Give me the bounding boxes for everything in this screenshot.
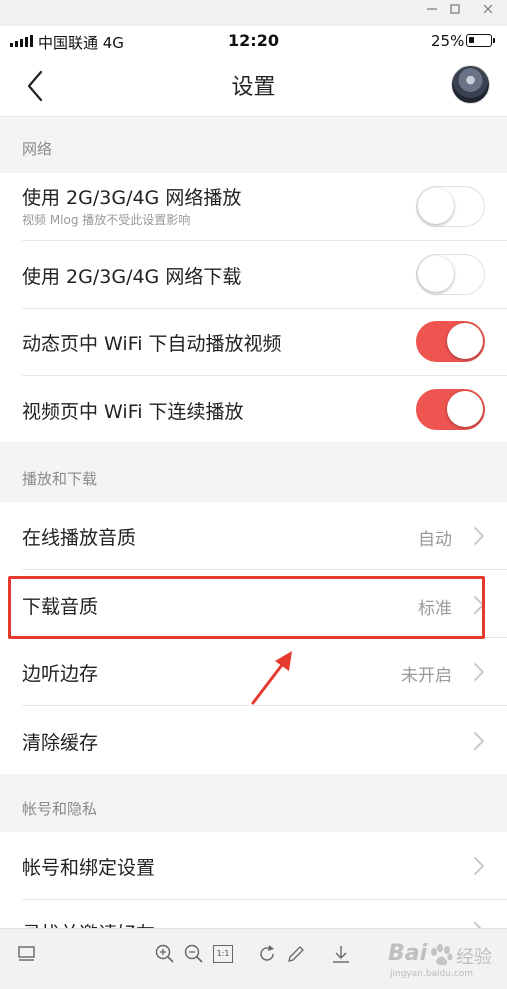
settings-row-account-binding[interactable]: 帐号和绑定设置	[0, 832, 507, 900]
chevron-right-icon	[470, 730, 488, 752]
zoom-out-icon[interactable]	[183, 943, 205, 965]
section-header-privacy: 帐号和隐私	[0, 774, 507, 832]
row-value: 自动	[418, 530, 452, 550]
battery-tip	[493, 38, 495, 43]
toggle-switch[interactable]	[416, 254, 485, 295]
highlight-box	[8, 576, 485, 639]
layout-icon[interactable]	[16, 943, 38, 965]
minimize-icon[interactable]	[420, 2, 444, 22]
maximize-icon[interactable]	[443, 2, 467, 22]
row-title: 清除缓存	[22, 732, 99, 754]
actual-size-label: 1:1	[213, 945, 233, 963]
chevron-right-icon	[470, 525, 488, 547]
page-title: 设置	[231, 75, 276, 100]
battery-level	[469, 37, 474, 43]
close-icon[interactable]	[476, 2, 500, 22]
watermark-sub: 经验	[456, 947, 492, 968]
row-title: 视频页中 WiFi 下连续播放	[22, 401, 244, 423]
toggle-switch[interactable]	[416, 186, 485, 227]
row-value: 未开启	[401, 666, 452, 686]
settings-row-online-quality[interactable]: 在线播放音质 自动	[0, 502, 507, 570]
status-bar: 中国联通 4G 12:20 25%	[0, 26, 507, 56]
battery-icon	[466, 34, 492, 47]
baidu-watermark: Bai 经验 jingyan.baidu.com	[380, 939, 505, 983]
settings-row-invite-friends[interactable]: 寻找并邀请好友	[0, 900, 507, 928]
watermark-brand: Bai	[388, 941, 428, 966]
watermark-url: jingyan.baidu.com	[390, 969, 474, 979]
toggle-knob	[418, 256, 454, 292]
edit-icon[interactable]	[285, 943, 307, 965]
settings-row-continuous-play[interactable]: 视频页中 WiFi 下连续播放	[0, 376, 507, 442]
actual-size-icon[interactable]: 1:1	[213, 943, 235, 965]
download-icon[interactable]	[330, 943, 352, 965]
row-subtitle: 视频 Mlog 播放不受此设置影响	[22, 213, 191, 227]
settings-row-download-mobile[interactable]: 使用 2G/3G/4G 网络下载	[0, 241, 507, 309]
settings-row-play-mobile[interactable]: 使用 2G/3G/4G 网络播放 视频 Mlog 播放不受此设置影响	[0, 173, 507, 241]
toggle-knob	[418, 188, 454, 224]
section-header-playback: 播放和下载	[0, 442, 507, 502]
row-title: 在线播放音质	[22, 527, 137, 549]
toggle-switch[interactable]	[416, 321, 485, 362]
toggle-knob	[447, 391, 483, 427]
zoom-in-icon[interactable]	[154, 943, 176, 965]
row-title: 寻找并邀请好友	[22, 919, 155, 928]
annotation-arrow-icon	[251, 651, 292, 705]
chevron-right-icon	[470, 855, 488, 877]
settings-row-autoplay-video[interactable]: 动态页中 WiFi 下自动播放视频	[0, 309, 507, 376]
viewer-toolbar: 1:1 Bai 经验 jingyan.baidu.com	[0, 928, 507, 989]
toggle-switch[interactable]	[416, 389, 485, 430]
row-title: 动态页中 WiFi 下自动播放视频	[22, 333, 282, 355]
row-title: 帐号和绑定设置	[22, 857, 156, 879]
battery-percent: 25%	[431, 32, 465, 50]
paw-icon	[431, 944, 453, 966]
chevron-right-icon	[470, 920, 488, 928]
chevron-right-icon	[470, 661, 488, 683]
row-title: 使用 2G/3G/4G 网络下载	[22, 266, 242, 288]
rotate-icon[interactable]	[256, 943, 278, 965]
toggle-knob	[447, 323, 483, 359]
settings-row-clear-cache[interactable]: 清除缓存	[0, 706, 507, 774]
row-title: 使用 2G/3G/4G 网络播放	[22, 187, 242, 209]
window-titlebar	[0, 0, 507, 27]
nav-bar: 设置	[0, 56, 507, 117]
avatar[interactable]	[451, 65, 490, 104]
section-header-network: 网络	[0, 117, 507, 173]
row-title: 边听边存	[22, 663, 99, 685]
